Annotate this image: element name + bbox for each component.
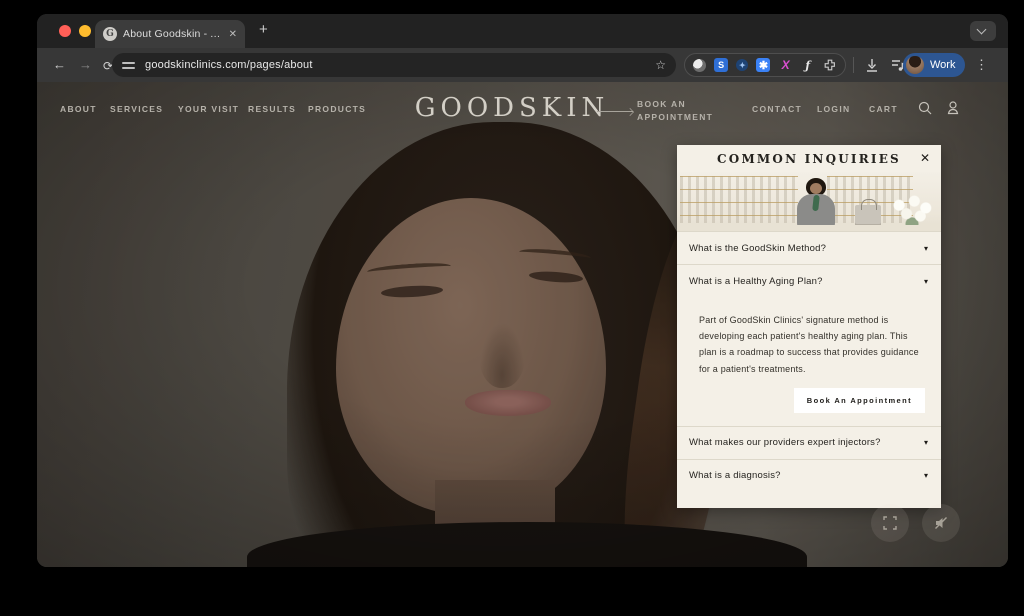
accordion-question: What is the GoodSkin Method?	[689, 243, 924, 254]
chevron-down-icon: ▾	[924, 277, 928, 286]
extension-grey-circle-icon[interactable]	[693, 59, 706, 72]
nav-item-your-visit[interactable]: YOUR VISIT	[178, 104, 239, 114]
site-navigation: ABOUT SERVICES YOUR VISIT RESULTS PRODUC…	[37, 82, 1008, 140]
accordion-item-expert-injectors[interactable]: What makes our providers expert injector…	[677, 426, 941, 459]
page-video-hero: ABOUT SERVICES YOUR VISIT RESULTS PRODUC…	[37, 82, 1008, 567]
browser-tab-active[interactable]: G About Goodskin - Aesthetic C ✕	[95, 20, 245, 48]
nav-item-about[interactable]: ABOUT	[60, 104, 97, 114]
panel-title: COMMON INQUIRIES	[677, 152, 941, 166]
nav-item-contact[interactable]: CONTACT	[752, 104, 802, 114]
clinic-shopping-bag	[855, 205, 881, 227]
nav-item-login[interactable]: LOGIN	[817, 104, 850, 114]
nav-item-services[interactable]: SERVICES	[110, 104, 163, 114]
accordion-answer-text: Part of GoodSkin Clinics' signature meth…	[699, 312, 923, 377]
desktop-background: G About Goodskin - Aesthetic C ✕ + ← → ⟳…	[0, 0, 1024, 616]
tab-search-button[interactable]	[970, 21, 996, 41]
profile-chip[interactable]: Work	[903, 53, 965, 77]
account-icon[interactable]	[945, 100, 961, 116]
site-logo[interactable]: GOODSKIN	[415, 93, 610, 123]
clinic-flowers	[889, 195, 935, 229]
url-text[interactable]: goodskinclinics.com/pages/about	[145, 59, 646, 71]
tab-close-icon[interactable]: ✕	[229, 29, 237, 40]
book-appointment-button[interactable]: Book An Appointment	[794, 388, 925, 413]
site-settings-icon[interactable]	[122, 60, 136, 70]
accordion-answer-body: Part of GoodSkin Clinics' signature meth…	[677, 297, 941, 377]
accordion-item-diagnosis[interactable]: What is a diagnosis? ▾	[677, 459, 941, 492]
panel-header: COMMON INQUIRIES ✕	[677, 145, 941, 172]
chevron-down-icon: ▾	[924, 244, 928, 253]
panel-close-icon[interactable]: ✕	[920, 151, 930, 165]
sound-off-icon	[933, 515, 949, 531]
fullscreen-icon	[882, 515, 898, 531]
tab-strip: G About Goodskin - Aesthetic C ✕ +	[37, 14, 1008, 48]
chevron-down-icon: ▾	[924, 438, 928, 447]
tab-favicon-icon: G	[103, 27, 117, 41]
window-minimize-button[interactable]	[79, 25, 91, 37]
extension-navy-circle-icon[interactable]: ✦	[736, 59, 748, 71]
common-inquiries-panel: COMMON INQUIRIES ✕ What is the GoodSkin …	[677, 145, 941, 508]
accordion-question: What makes our providers expert injector…	[689, 437, 924, 448]
tab-title: About Goodskin - Aesthetic C	[123, 28, 223, 40]
clinic-shelves	[680, 176, 798, 223]
mute-button[interactable]	[922, 504, 960, 542]
accordion-question: What is a Healthy Aging Plan?	[689, 276, 924, 287]
accordion-item-goodskin-method[interactable]: What is the GoodSkin Method? ▾	[677, 231, 941, 264]
toolbar-divider	[853, 57, 854, 73]
clinic-photo	[677, 172, 941, 231]
profile-avatar	[906, 56, 924, 74]
back-button[interactable]: ←	[53, 57, 66, 73]
extension-blue-s-icon[interactable]: S	[714, 58, 728, 72]
bookmark-star-icon[interactable]: ☆	[655, 58, 666, 72]
search-icon[interactable]	[917, 100, 933, 116]
cta-row: Book An Appointment	[677, 377, 941, 426]
extensions-puzzle-icon[interactable]	[823, 58, 837, 72]
downloads-icon[interactable]	[863, 56, 881, 74]
clinic-receptionist	[793, 178, 839, 231]
browser-window: G About Goodskin - Aesthetic C ✕ + ← → ⟳…	[37, 14, 1008, 567]
nav-item-results[interactable]: RESULTS	[248, 104, 296, 114]
nav-item-cart[interactable]: CART	[869, 104, 898, 114]
chevron-down-icon	[977, 25, 987, 35]
fullscreen-button[interactable]	[871, 504, 909, 542]
accordion-question: What is a diagnosis?	[689, 470, 924, 481]
forward-button[interactable]: →	[79, 57, 92, 73]
arrow-right-icon	[597, 111, 633, 112]
extension-pink-x-icon[interactable]: X	[779, 58, 793, 72]
extensions-group: S ✦ ✱ X ƒ	[684, 53, 846, 77]
address-bar[interactable]: goodskinclinics.com/pages/about ☆	[112, 53, 676, 77]
profile-name: Work	[930, 59, 955, 71]
window-close-button[interactable]	[59, 25, 71, 37]
extension-italic-f-icon[interactable]: ƒ	[801, 58, 815, 72]
nav-item-products[interactable]: PRODUCTS	[308, 104, 366, 114]
new-tab-button[interactable]: +	[259, 21, 268, 38]
extension-blue-gear-icon[interactable]: ✱	[756, 58, 770, 72]
browser-toolbar: ← → ⟳ goodskinclinics.com/pages/about ☆ …	[37, 48, 1008, 82]
chevron-down-icon: ▾	[924, 471, 928, 480]
browser-menu-icon[interactable]: ⋮	[975, 57, 988, 73]
accordion-item-healthy-aging-plan[interactable]: What is a Healthy Aging Plan? ▾	[677, 264, 941, 297]
nav-book-appointment[interactable]: BOOK AN APPOINTMENT	[637, 98, 713, 124]
